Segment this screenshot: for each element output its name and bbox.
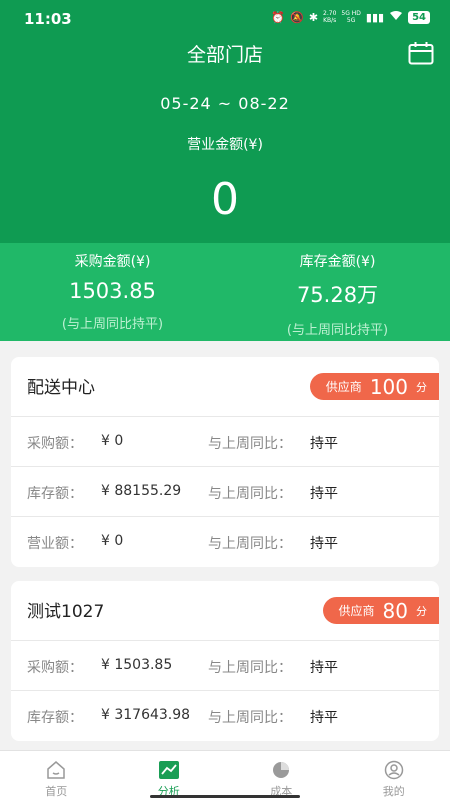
store-card[interactable]: 测试1027 供应商 80 分 采购额： ¥ 1503.85 与上周同比： 持平… bbox=[11, 581, 439, 741]
signal-icon: ▮▮▮ bbox=[365, 10, 385, 24]
store-card[interactable]: 配送中心 供应商 100 分 采购额： ¥ 0 与上周同比： 持平 库存额： ¥… bbox=[11, 357, 439, 567]
user-icon bbox=[384, 760, 403, 780]
store-name: 测试1027 bbox=[27, 602, 105, 622]
row-compare-label: 与上周同比： bbox=[208, 660, 292, 676]
battery-icon: 54 bbox=[408, 10, 430, 24]
score-unit: 分 bbox=[416, 604, 427, 618]
network-speed-value: 2.70 bbox=[323, 10, 337, 17]
revenue-label: 营业金额(¥) bbox=[187, 137, 263, 153]
tab-label: 首页 bbox=[45, 785, 68, 798]
bottom-tab-bar: 首页 分析 成本 我的 bbox=[0, 750, 450, 800]
row-compare-value: 持平 bbox=[310, 436, 338, 452]
pie-chart-icon bbox=[273, 762, 290, 778]
network-type: 5G HD 5G bbox=[341, 10, 361, 24]
supplier-label: 供应商 bbox=[325, 380, 362, 394]
summary-panel: 采购金额(¥) 1503.85 (与上周同比持平) 库存金额(¥) 75.28万… bbox=[0, 243, 450, 341]
status-time: 11:03 bbox=[24, 10, 72, 28]
home-icon bbox=[47, 761, 65, 779]
row-value: ¥ 88155.29 bbox=[101, 483, 182, 499]
status-icons: ⏰ 🔕 ✱ 2.70 KB/s 5G HD 5G ▮▮▮ 54 bbox=[271, 10, 430, 24]
tab-analysis[interactable]: 分析 bbox=[113, 751, 226, 800]
row-label: 营业额： bbox=[27, 536, 83, 552]
supplier-score: 100 bbox=[369, 374, 408, 399]
page-title: 全部门店 bbox=[186, 44, 263, 66]
home-indicator bbox=[150, 795, 300, 798]
purchase-value: 1503.85 bbox=[69, 279, 156, 303]
row-compare-value: 持平 bbox=[310, 660, 338, 676]
tab-mine[interactable]: 我的 bbox=[338, 751, 450, 800]
store-card-header: 配送中心 供应商 100 分 bbox=[11, 357, 439, 417]
purchase-row: 采购额： ¥ 1503.85 与上周同比： 持平 bbox=[11, 641, 439, 691]
inventory-row: 库存额： ¥ 88155.29 与上周同比： 持平 bbox=[11, 467, 439, 517]
network-type-bottom: 5G bbox=[346, 17, 356, 24]
row-compare-value: 持平 bbox=[310, 710, 338, 726]
purchase-compare: (与上周同比持平) bbox=[61, 317, 164, 332]
revenue-row: 营业额： ¥ 0 与上周同比： 持平 bbox=[11, 517, 439, 567]
row-compare-label: 与上周同比： bbox=[208, 436, 292, 452]
row-compare-value: 持平 bbox=[310, 486, 338, 502]
row-compare-label: 与上周同比： bbox=[208, 486, 292, 502]
calendar-icon[interactable] bbox=[408, 41, 434, 65]
row-value: ¥ 0 bbox=[101, 533, 124, 549]
bluetooth-icon: ✱ bbox=[308, 10, 319, 24]
tab-home[interactable]: 首页 bbox=[0, 751, 113, 800]
header: 11:03 ⏰ 🔕 ✱ 2.70 KB/s 5G HD 5G ▮▮▮ 54 全部… bbox=[0, 0, 450, 243]
store-name: 配送中心 bbox=[27, 378, 95, 398]
tab-cost[interactable]: 成本 bbox=[225, 751, 338, 800]
trend-chart-icon bbox=[158, 761, 179, 779]
row-compare-value: 持平 bbox=[310, 536, 338, 552]
supplier-score: 80 bbox=[382, 598, 408, 623]
row-value: ¥ 0 bbox=[101, 433, 124, 449]
network-speed-unit: KB/s bbox=[323, 17, 337, 24]
row-compare-label: 与上周同比： bbox=[208, 536, 292, 552]
inventory-value: 75.28万 bbox=[296, 283, 379, 307]
network-type-top: 5G HD bbox=[341, 10, 361, 17]
network-speed: 2.70 KB/s bbox=[323, 10, 336, 24]
status-bar: 11:03 ⏰ 🔕 ✱ 2.70 KB/s 5G HD 5G ▮▮▮ 54 bbox=[0, 0, 450, 34]
inventory-label: 库存金额(¥) bbox=[299, 254, 376, 270]
row-value: ¥ 317643.98 bbox=[101, 707, 191, 723]
wifi-icon bbox=[389, 10, 403, 24]
supplier-label: 供应商 bbox=[338, 604, 375, 618]
store-card-header: 测试1027 供应商 80 分 bbox=[11, 581, 439, 641]
row-label: 库存额： bbox=[27, 486, 83, 502]
row-label: 采购额： bbox=[27, 660, 83, 676]
supplier-score-badge: 供应商 80 分 bbox=[322, 597, 439, 624]
tab-label: 我的 bbox=[382, 785, 405, 798]
row-label: 库存额： bbox=[27, 710, 83, 726]
row-label: 采购额： bbox=[27, 436, 83, 452]
supplier-score-badge: 供应商 100 分 bbox=[309, 373, 439, 400]
purchase-row: 采购额： ¥ 0 与上周同比： 持平 bbox=[11, 417, 439, 467]
inventory-compare: (与上周同比持平) bbox=[286, 323, 389, 338]
mute-icon: 🔕 bbox=[290, 10, 304, 24]
inventory-summary: 库存金额(¥) 75.28万 (与上周同比持平) bbox=[225, 243, 450, 338]
score-unit: 分 bbox=[416, 380, 427, 394]
inventory-row: 库存额： ¥ 317643.98 与上周同比： 持平 bbox=[11, 691, 439, 741]
row-value: ¥ 1503.85 bbox=[101, 657, 173, 673]
row-compare-label: 与上周同比： bbox=[208, 710, 292, 726]
alarm-icon: ⏰ bbox=[271, 10, 286, 24]
purchase-summary: 采购金额(¥) 1503.85 (与上周同比持平) bbox=[0, 243, 225, 332]
date-range[interactable]: 05-24 ~ 08-22 bbox=[0, 94, 450, 113]
revenue-value: 0 bbox=[211, 174, 239, 225]
purchase-label: 采购金额(¥) bbox=[74, 254, 151, 270]
